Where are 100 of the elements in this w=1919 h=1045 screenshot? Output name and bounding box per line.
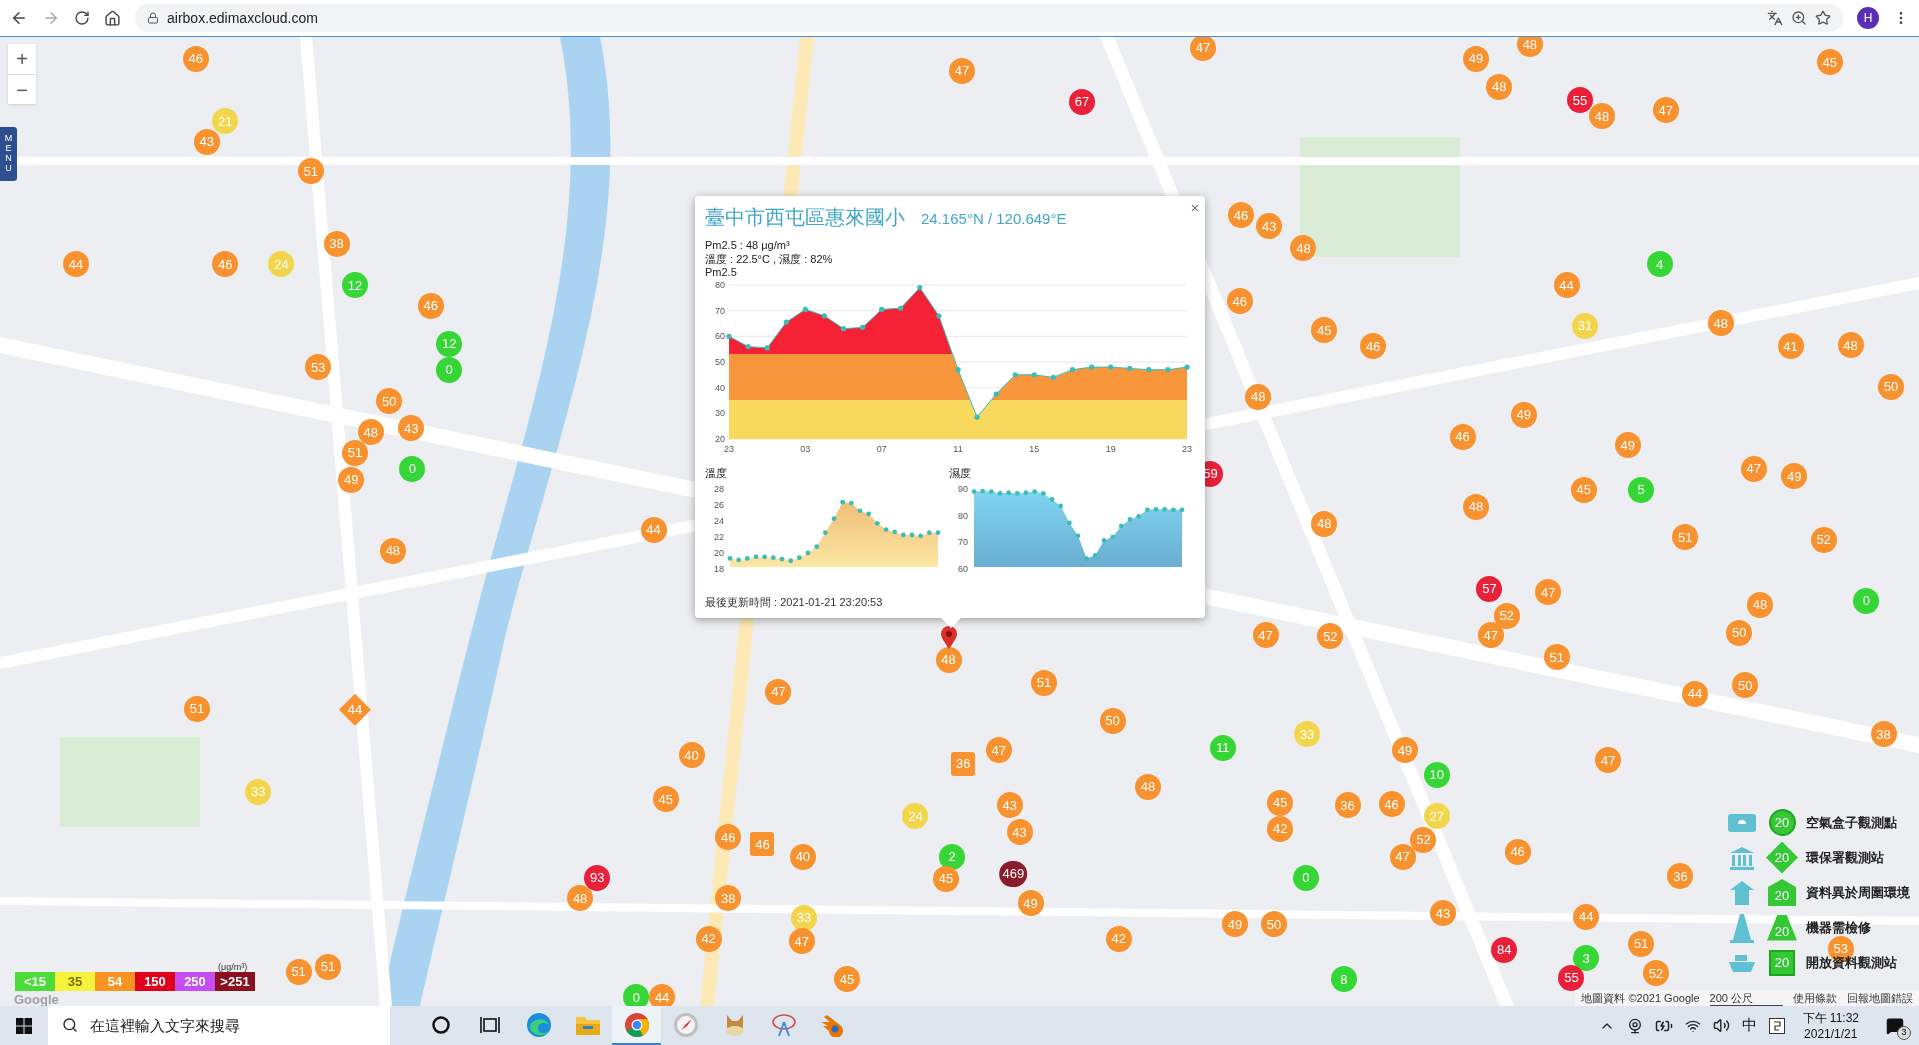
address-bar[interactable]: airbox.edimaxcloud.com (135, 4, 1843, 32)
data-point (726, 333, 732, 339)
search-field[interactable]: 在這裡輸入文字來搜尋 (48, 1006, 390, 1045)
scale-segment: >251 (215, 972, 255, 991)
data-point (1050, 374, 1056, 380)
data-point (802, 306, 808, 312)
axis-label: 20 (714, 548, 724, 558)
data-point (936, 313, 942, 319)
reading-text: Pm2.5 : 48 μg/m³ (705, 238, 791, 252)
building-icon (1729, 845, 1755, 870)
axis-label: 18 (714, 564, 724, 574)
windows-icon (16, 1017, 32, 1034)
scale-segment: 35 (55, 972, 95, 991)
data-point (1012, 372, 1018, 378)
station-title: 臺中市西屯區惠來國小 (705, 205, 905, 230)
axis-label: 30 (715, 408, 725, 419)
ship-icon (1727, 952, 1757, 973)
camera-icon[interactable] (1626, 1017, 1643, 1034)
data-point (821, 313, 827, 319)
axis-label: 40 (715, 382, 725, 393)
data-point (840, 326, 847, 332)
data-point (1146, 367, 1152, 373)
lock-icon (147, 12, 159, 24)
sensor-marker[interactable]: 36 (951, 751, 976, 776)
station-coordinates: 24.165°N / 120.649°E (921, 209, 1067, 229)
map-data-text: 地圖資料 ©2021 Google (1581, 991, 1700, 1005)
legend-label: 資料異於周圍環境 (1806, 883, 1910, 902)
terms-link[interactable]: 使用條款 (1793, 991, 1837, 1005)
axis-label: 60 (715, 331, 725, 342)
chrome-icon (623, 1011, 650, 1038)
map-pin-icon (940, 626, 958, 650)
legend-label: 環保署觀測站 (1806, 848, 1884, 867)
data-point (1089, 364, 1095, 370)
axis-label: 90 (958, 484, 968, 494)
data-point (898, 305, 904, 311)
data-point (1184, 364, 1190, 370)
last-updated-text: 最後更新時間 : 2021-01-21 23:20:53 (705, 594, 884, 610)
chart-title: 濕度 (949, 467, 971, 480)
scale-segment: 150 (135, 972, 175, 991)
volume-icon[interactable] (1712, 1017, 1730, 1034)
axis-label: 60 (958, 563, 968, 574)
report-link[interactable]: 回報地圖錯誤 (1847, 991, 1913, 1005)
data-point (1108, 364, 1114, 370)
sensor-marker[interactable]: 46 (750, 832, 775, 857)
blender-icon (819, 1012, 846, 1037)
axis-label: 70 (958, 537, 968, 548)
chart-title: Pm2.5 (705, 266, 737, 279)
task-view-icon (478, 1014, 501, 1035)
axis-label: 11 (953, 444, 963, 454)
legend-label: 空氣盒子觀測點 (1806, 813, 1897, 832)
axis-label: 50 (715, 357, 725, 367)
data-point (974, 414, 980, 420)
url-text: airbox.edimaxcloud.com (167, 8, 319, 28)
close-button[interactable]: × (1190, 198, 1199, 219)
axis-label: 03 (800, 444, 811, 454)
zoom-out-button[interactable]: − (8, 74, 36, 104)
axis-label: 24 (714, 516, 724, 526)
reload-icon[interactable] (74, 10, 90, 26)
search-icon (62, 1017, 78, 1033)
scale-segment: 54 (95, 972, 135, 991)
axis-label: 80 (715, 280, 725, 290)
compass-icon (672, 1011, 699, 1038)
keyboard-mode-icon[interactable] (1768, 1017, 1785, 1034)
input-method-label[interactable]: 中 (1741, 1014, 1757, 1037)
data-point (1031, 372, 1037, 378)
data-point (764, 345, 770, 351)
profile-avatar[interactable]: H (1857, 7, 1879, 29)
scale-distance: 200 公尺 (1709, 990, 1783, 1006)
data-point (917, 284, 923, 291)
notification-badge: 3 (1897, 1026, 1911, 1040)
translate-icon[interactable] (1767, 10, 1783, 26)
data-point (860, 324, 866, 330)
axis-label: 23 (724, 444, 734, 454)
legend-label: 機器需檢修 (1806, 918, 1871, 937)
axis-label: 28 (714, 484, 724, 494)
axis-label: 15 (1029, 444, 1040, 454)
zoom-in-button[interactable]: + (8, 44, 36, 74)
back-icon[interactable] (10, 9, 28, 27)
data-point (1127, 365, 1133, 371)
axis-label: 22 (714, 532, 724, 542)
edge-icon (525, 1011, 552, 1038)
google-logo: Google (14, 991, 59, 1006)
scale-segment: 250 (175, 972, 215, 991)
reading-text: 溫度 : 22.5°C , 濕度 : 82% (705, 252, 834, 266)
data-point (745, 344, 751, 350)
zoom-icon[interactable] (1791, 10, 1807, 26)
chart-title: 溫度 (705, 467, 727, 480)
clock[interactable]: 下午 11:32 2021/1/21 (1796, 1009, 1865, 1042)
home-icon[interactable] (104, 9, 121, 27)
data-point (955, 367, 961, 373)
star-icon[interactable] (1815, 10, 1831, 26)
axis-label: 23 (1182, 444, 1192, 454)
cone-icon (1729, 912, 1755, 943)
axis-label: 19 (1105, 444, 1116, 454)
scale-segment: <15 (15, 972, 55, 991)
legend-marker: 20 (1769, 949, 1795, 976)
axis-label: 80 (958, 510, 968, 521)
menu-tab[interactable]: MENU (0, 127, 17, 181)
data-point (1069, 367, 1076, 373)
data-point (1165, 367, 1171, 373)
